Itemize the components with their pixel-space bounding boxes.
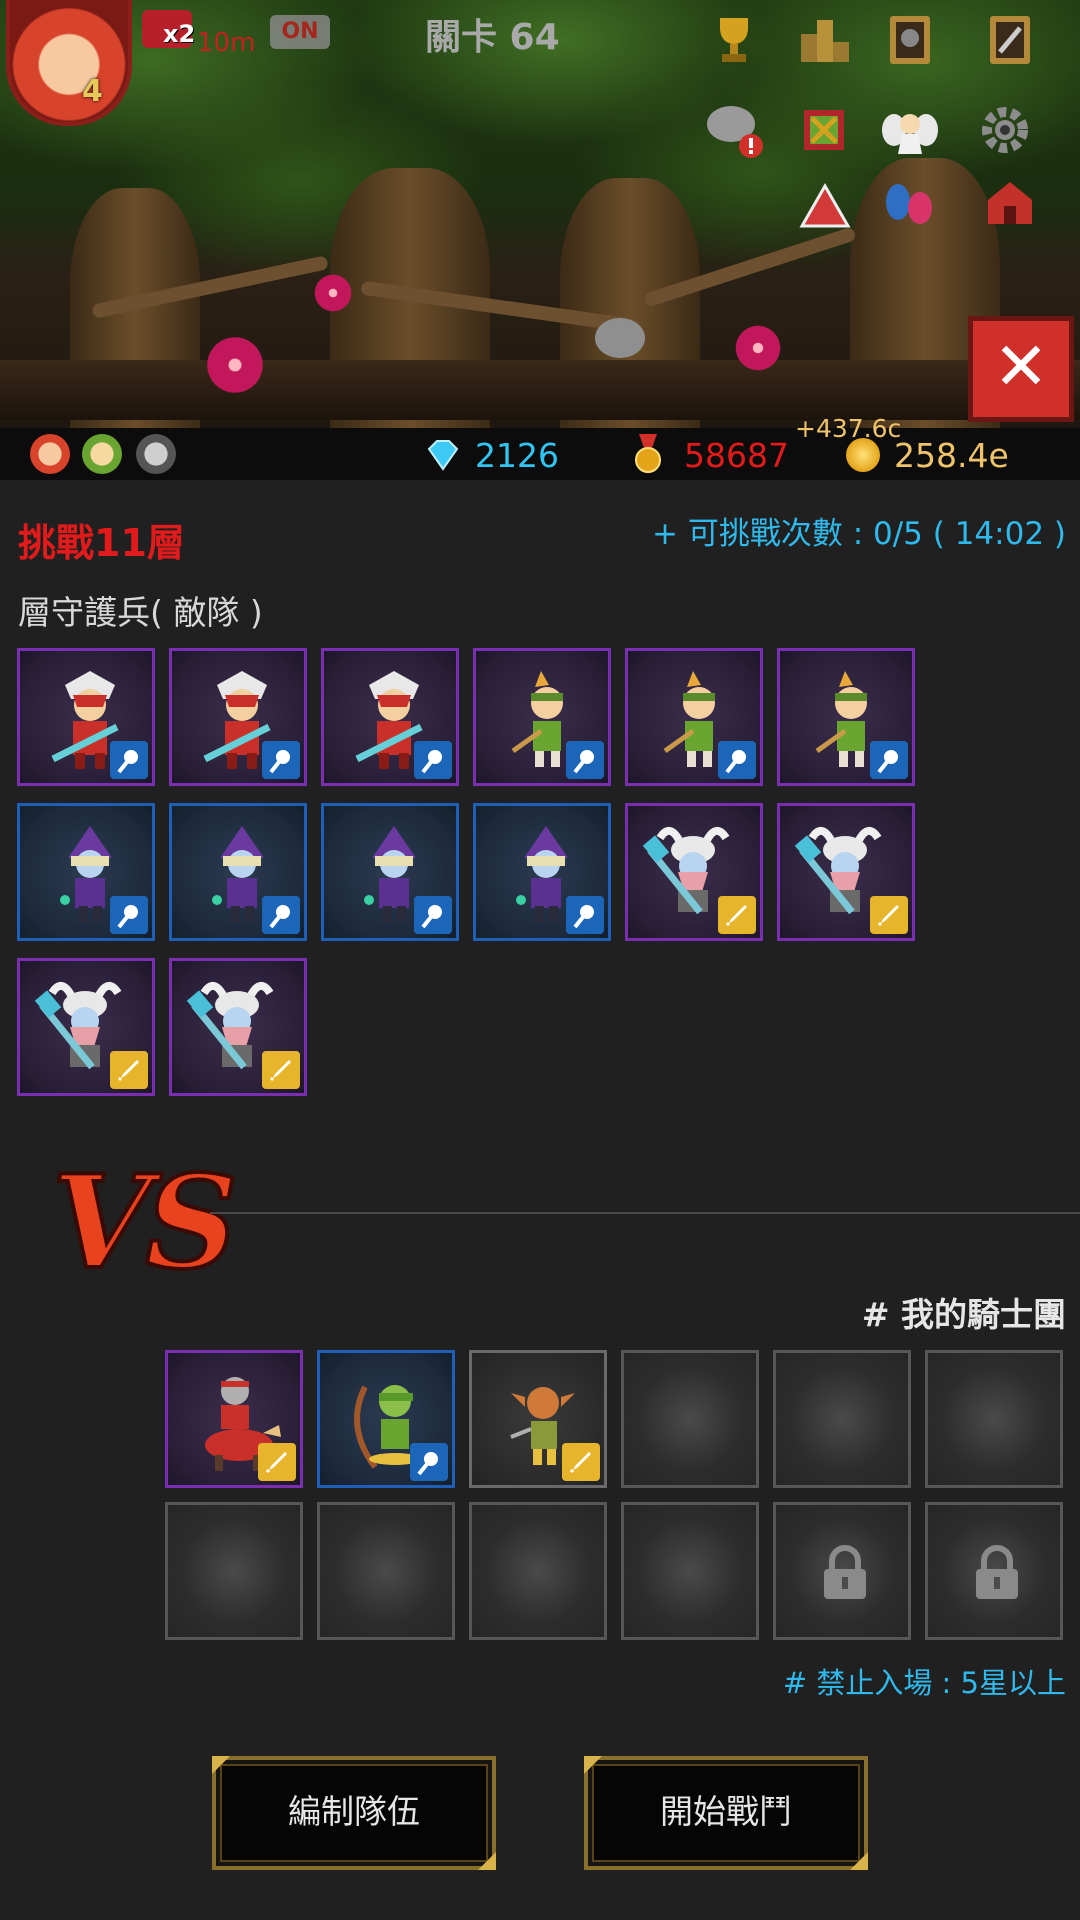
empty-team-slot[interactable] [621, 1502, 759, 1640]
empty-team-slot[interactable] [925, 1350, 1063, 1488]
staff-class-icon [262, 741, 300, 779]
gem-count: 2126 [475, 436, 559, 475]
gold-coin-icon [846, 438, 880, 472]
hero-portrait-icon[interactable] [30, 434, 70, 474]
staff-class-icon [870, 741, 908, 779]
enemy-slot-red-knight[interactable] [321, 648, 459, 786]
team-slot-mounted-knight[interactable] [165, 1350, 303, 1488]
red-flower [200, 330, 270, 400]
hero-portrait-icon[interactable] [136, 434, 176, 474]
gold-count: 258.4e [894, 436, 1009, 475]
empty-team-slot[interactable] [469, 1502, 607, 1640]
chat-icon[interactable] [705, 100, 765, 160]
enemy-slot-viking-warrior[interactable] [17, 958, 155, 1096]
challenge-floor-title: 挑戰11層 [18, 521, 185, 565]
item-book-icon[interactable] [980, 10, 1040, 70]
sword-class-icon [718, 896, 756, 934]
enemy-slot-viking-warrior[interactable] [625, 803, 763, 941]
auto-toggle[interactable]: ON [270, 15, 330, 49]
locked-team-slot[interactable] [925, 1502, 1063, 1640]
staff-class-icon [414, 896, 452, 934]
enemy-slot-red-knight[interactable] [169, 648, 307, 786]
enemy-slot-hooded-mage[interactable] [17, 803, 155, 941]
medal-count: 58687 [684, 436, 789, 475]
locked-team-slot[interactable] [773, 1502, 911, 1640]
medal-icon [635, 434, 661, 473]
stage-title: 關卡 64 [425, 17, 560, 58]
staff-class-icon [110, 741, 148, 779]
divider [210, 1212, 1080, 1214]
staff-class-icon [566, 896, 604, 934]
lock-icon [824, 1545, 866, 1599]
sword-class-icon [258, 1443, 296, 1481]
corner-ornament [584, 1756, 602, 1774]
empty-team-slot[interactable] [773, 1350, 911, 1488]
warning-icon[interactable] [795, 176, 855, 236]
enemy-creature [595, 318, 645, 358]
team-slot-goblin-fighter[interactable] [469, 1350, 607, 1488]
enemy-slot-red-knight[interactable] [17, 648, 155, 786]
start-battle-label: 開始戰鬥 [660, 1792, 792, 1831]
avatar-level: 4 [82, 74, 103, 109]
corner-ornament [478, 1852, 496, 1870]
entry-restriction: # 禁止入場 : 5星以上 [782, 1666, 1066, 1700]
enemy-slot-elf-archer[interactable] [473, 648, 611, 786]
empty-team-slot[interactable] [621, 1350, 759, 1488]
staff-class-icon [262, 896, 300, 934]
my-team-title: # 我的騎士團 [861, 1295, 1066, 1334]
trophy-icon[interactable] [704, 10, 764, 70]
enemy-slot-viking-warrior[interactable] [169, 958, 307, 1096]
ranking-icon[interactable] [795, 10, 855, 70]
sword-class-icon [870, 896, 908, 934]
sword-class-icon [562, 1443, 600, 1481]
player-avatar[interactable] [6, 0, 132, 126]
team-slot-elf-ranger[interactable] [317, 1350, 455, 1488]
battle-flag-icon[interactable] [794, 100, 854, 160]
corner-ornament [212, 1756, 230, 1774]
enemy-team-title: 層守護兵( 敵隊 ) [18, 593, 263, 632]
edit-team-button[interactable]: 編制隊伍 [212, 1756, 496, 1870]
hero-portrait-icon[interactable] [82, 434, 122, 474]
gold-gain: +437.6c [795, 414, 902, 443]
vs-logo: VS [50, 1146, 240, 1300]
sword-class-icon [110, 1051, 148, 1089]
enemy-slot-elf-archer[interactable] [777, 648, 915, 786]
red-flower [730, 320, 786, 376]
hero-book-icon[interactable] [880, 10, 940, 70]
staff-class-icon [566, 741, 604, 779]
enemy-slot-viking-warrior[interactable] [777, 803, 915, 941]
speed-multiplier: x2 [163, 20, 196, 48]
enemy-slot-elf-archer[interactable] [625, 648, 763, 786]
staff-class-icon [718, 741, 756, 779]
enemy-slot-hooded-mage[interactable] [473, 803, 611, 941]
empty-team-slot[interactable] [317, 1502, 455, 1640]
speed-timer: 10m [197, 28, 256, 58]
pets-icon[interactable] [880, 172, 940, 232]
forest-floor [0, 360, 1080, 420]
staff-class-icon [110, 896, 148, 934]
challenge-attempts[interactable]: + 可挑戰次數 : 0/5 ( 14:02 ) [652, 508, 1066, 553]
red-flower [310, 270, 356, 316]
lock-icon [976, 1545, 1018, 1599]
sword-class-icon [262, 1051, 300, 1089]
house-icon[interactable] [980, 172, 1040, 232]
close-button[interactable]: ✕ [968, 316, 1074, 422]
empty-team-slot[interactable] [165, 1502, 303, 1640]
diamond-icon [427, 440, 459, 471]
enemy-slot-hooded-mage[interactable] [169, 803, 307, 941]
edit-team-label: 編制隊伍 [288, 1792, 420, 1831]
game-scene: 4 x2 10m ON 關卡 64 ✕ [0, 0, 1080, 428]
staff-class-icon [414, 741, 452, 779]
corner-ornament [850, 1852, 868, 1870]
enemy-slot-hooded-mage[interactable] [321, 803, 459, 941]
staff-class-icon [410, 1443, 448, 1481]
gear-icon[interactable] [975, 100, 1035, 160]
angel-icon[interactable] [880, 100, 940, 160]
start-battle-button[interactable]: 開始戰鬥 [584, 1756, 868, 1870]
